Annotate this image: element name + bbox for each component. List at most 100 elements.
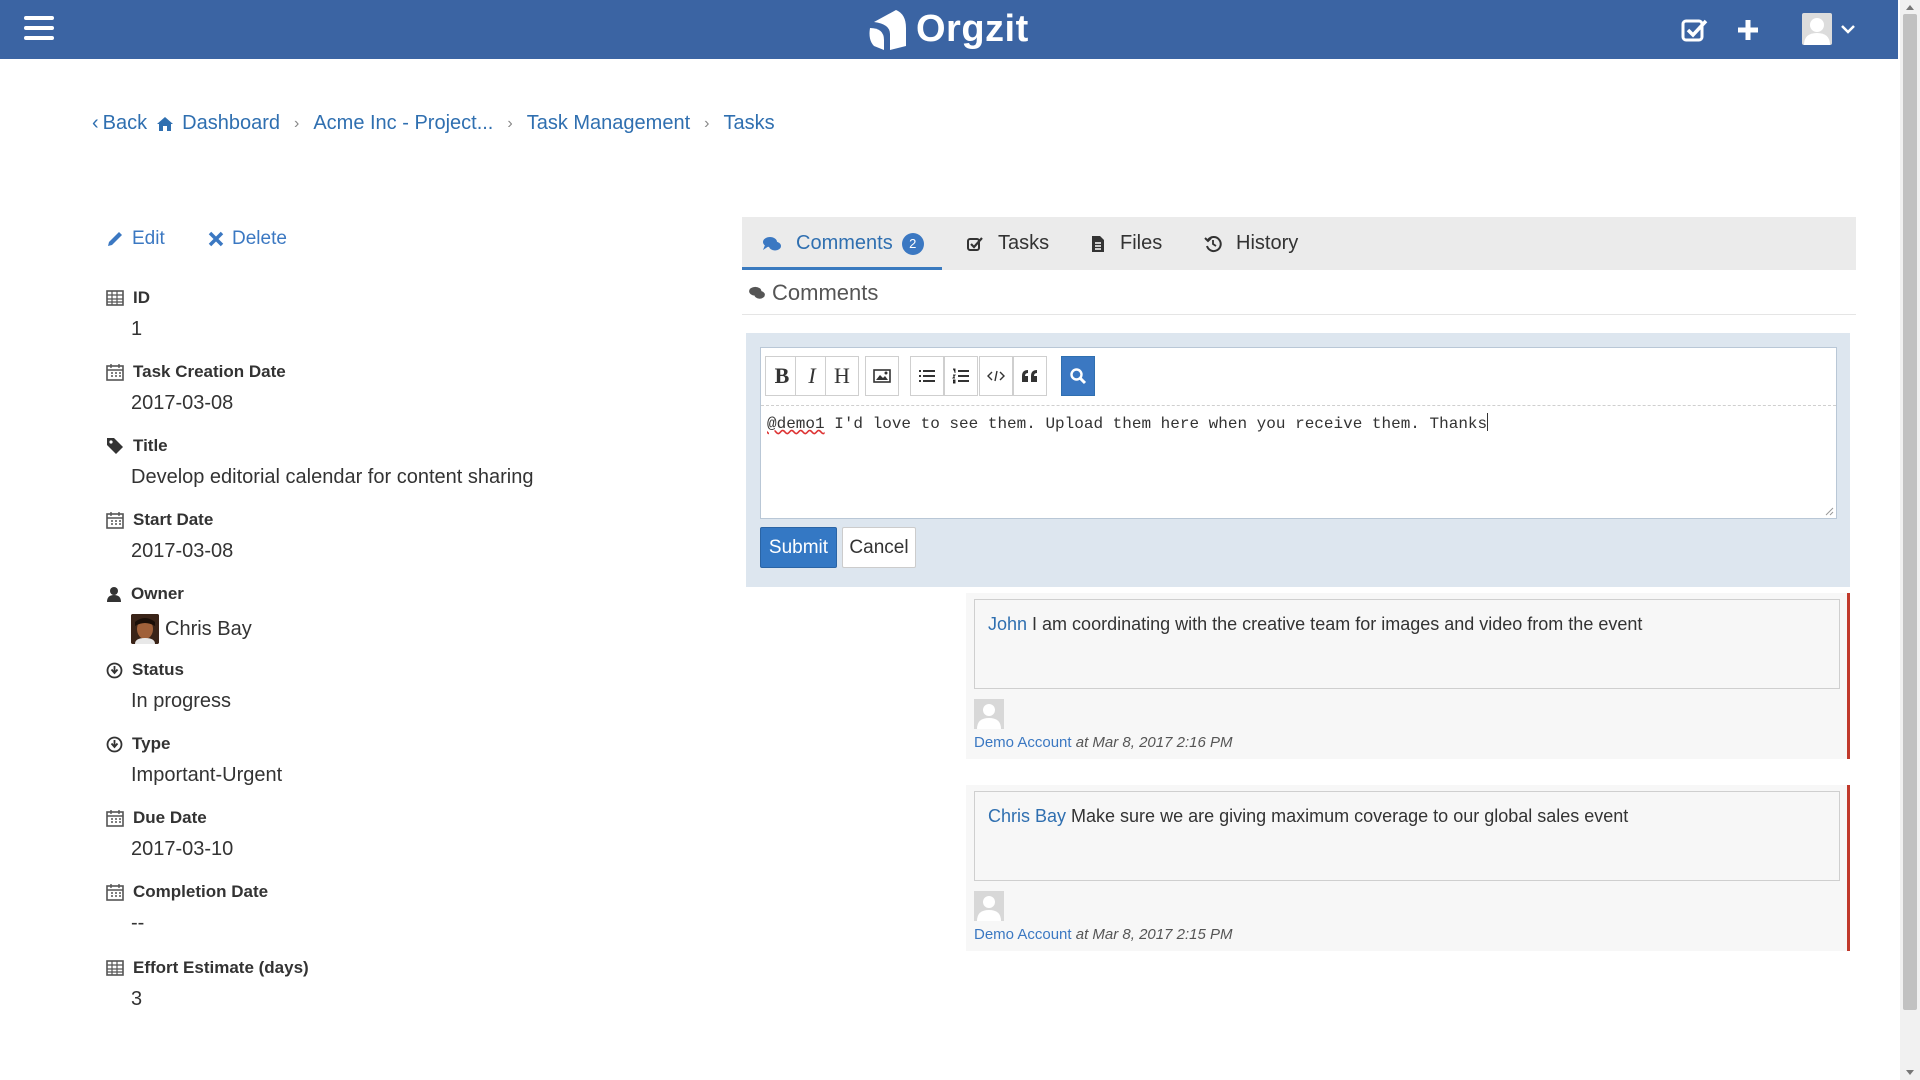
- tab-label: Files: [1120, 232, 1163, 254]
- breadcrumb-project[interactable]: Acme Inc - Project...: [313, 112, 493, 135]
- tab-history[interactable]: History: [1204, 217, 1298, 270]
- quote-icon: [1022, 370, 1037, 382]
- table-icon: [106, 960, 124, 976]
- breadcrumb-label: Dashboard: [182, 112, 280, 134]
- ordered-list-button[interactable]: [944, 356, 978, 396]
- breadcrumb-task-management[interactable]: Task Management: [527, 112, 690, 135]
- menu-icon[interactable]: [24, 16, 54, 42]
- field-completion-date: Completion Date --: [106, 882, 268, 935]
- resize-handle-icon[interactable]: [1824, 506, 1834, 516]
- top-navbar: Orgzit: [0, 0, 1898, 59]
- page-scrollbar[interactable]: [1900, 0, 1920, 1080]
- field-label: ID: [133, 288, 150, 307]
- active-tab-indicator: [742, 267, 942, 270]
- back-link[interactable]: ‹ Back: [92, 112, 147, 135]
- avatar: [974, 891, 1004, 921]
- comment-poster[interactable]: Demo Account: [974, 734, 1072, 751]
- italic-button[interactable]: I: [795, 356, 829, 396]
- mention-text: @demo1: [767, 415, 825, 433]
- field-label: Start Date: [133, 510, 214, 529]
- breadcrumb-separator: ›: [507, 114, 513, 132]
- field-label-row: Completion Date: [106, 882, 268, 902]
- tab-bar: Comments 2 Tasks Files History: [742, 217, 1856, 270]
- user-silhouette-icon: [977, 704, 1001, 729]
- field-value: --: [131, 912, 145, 934]
- field-type: Type Important-Urgent: [106, 734, 282, 787]
- delete-button[interactable]: Delete: [208, 228, 287, 250]
- quote-button[interactable]: [1013, 356, 1047, 396]
- submit-button[interactable]: Submit: [760, 527, 837, 568]
- field-label-row: Start Date: [106, 510, 233, 530]
- circle-arrow-icon: [106, 662, 123, 678]
- user-silhouette-icon: [977, 896, 1001, 921]
- field-label: Effort Estimate (days): [133, 958, 309, 977]
- comment-mention[interactable]: John: [988, 614, 1027, 634]
- calendar-icon: [106, 884, 124, 901]
- code-icon: [987, 370, 1005, 382]
- user-avatar[interactable]: [1802, 13, 1832, 45]
- tag-icon: [107, 438, 123, 454]
- comment-text: Make sure we are giving maximum coverage…: [1066, 806, 1629, 826]
- field-status: Status In progress: [106, 660, 231, 713]
- unordered-list-button[interactable]: [910, 356, 944, 396]
- check-square-icon: [967, 236, 983, 251]
- field-label-row: Effort Estimate (days): [106, 958, 309, 978]
- tab-comments[interactable]: Comments 2: [762, 217, 924, 270]
- field-value: In progress: [131, 690, 232, 712]
- breadcrumb-separator: ›: [704, 114, 710, 132]
- field-value: Important-Urgent: [131, 764, 283, 786]
- field-value: 2017-03-10: [131, 838, 234, 860]
- comments-count-badge: 2: [901, 232, 924, 255]
- heading-button[interactable]: H: [825, 356, 859, 396]
- field-value-owner: Chris Bay: [131, 614, 252, 644]
- brand-name: Orgzit: [916, 7, 1029, 50]
- edit-button[interactable]: Edit: [106, 228, 165, 250]
- breadcrumb-dashboard[interactable]: Dashboard: [147, 112, 280, 135]
- section-title-label: Comments: [772, 280, 879, 305]
- comment-mention[interactable]: Chris Bay: [988, 806, 1066, 826]
- user-silhouette-icon: [1804, 18, 1830, 45]
- field-label-row: Title: [106, 436, 533, 456]
- delete-label: Delete: [232, 228, 287, 249]
- bold-button[interactable]: B: [765, 356, 799, 396]
- comment-item: Chris Bay Make sure we are giving maximu…: [966, 785, 1850, 951]
- comment-item: John I am coordinating with the creative…: [966, 593, 1850, 759]
- preview-button[interactable]: [1061, 356, 1095, 396]
- comment-poster[interactable]: Demo Account: [974, 926, 1072, 943]
- field-label-row: Owner: [106, 584, 252, 604]
- tab-tasks[interactable]: Tasks: [966, 217, 1049, 270]
- image-button[interactable]: [865, 356, 899, 396]
- table-icon: [106, 290, 124, 306]
- brand-logo[interactable]: Orgzit: [866, 6, 1029, 52]
- cancel-button[interactable]: Cancel: [842, 527, 916, 568]
- pencil-icon: [108, 232, 122, 246]
- close-icon: [208, 231, 224, 247]
- comment-body: Chris Bay Make sure we are giving maximu…: [974, 791, 1840, 881]
- scroll-up-icon[interactable]: [1905, 3, 1915, 11]
- scroll-thumb[interactable]: [1903, 14, 1917, 1010]
- calendar-icon: [106, 364, 124, 381]
- comment-editor-panel: B I H @demo1 I'd love to see them. Uploa…: [746, 333, 1850, 587]
- code-button[interactable]: [979, 356, 1013, 396]
- owner-photo: [131, 614, 159, 644]
- field-label: Type: [132, 734, 171, 753]
- field-label-row: Type: [106, 734, 282, 754]
- chevron-down-icon[interactable]: [1840, 23, 1856, 35]
- breadcrumb-tasks[interactable]: Tasks: [723, 112, 774, 135]
- calendar-icon: [106, 810, 124, 827]
- chevron-left-icon: ‹: [92, 112, 99, 134]
- user-icon: [107, 587, 121, 602]
- markdown-editor[interactable]: B I H @demo1 I'd love to see them. Uploa…: [760, 347, 1837, 519]
- list-icon: [919, 370, 935, 382]
- scroll-down-icon[interactable]: [1905, 1069, 1915, 1077]
- field-title: Title Develop editorial calendar for con…: [106, 436, 533, 489]
- check-square-icon[interactable]: [1678, 14, 1710, 46]
- tab-label: Tasks: [998, 232, 1050, 254]
- tab-files[interactable]: Files: [1090, 217, 1162, 270]
- field-label: Completion Date: [133, 882, 269, 901]
- plus-icon[interactable]: [1732, 14, 1764, 46]
- field-value: 2017-03-08: [131, 392, 234, 414]
- comment-textarea[interactable]: @demo1 I'd love to see them. Upload them…: [767, 413, 1830, 433]
- field-label-row: Task Creation Date: [106, 362, 286, 382]
- field-value: 1: [131, 318, 143, 340]
